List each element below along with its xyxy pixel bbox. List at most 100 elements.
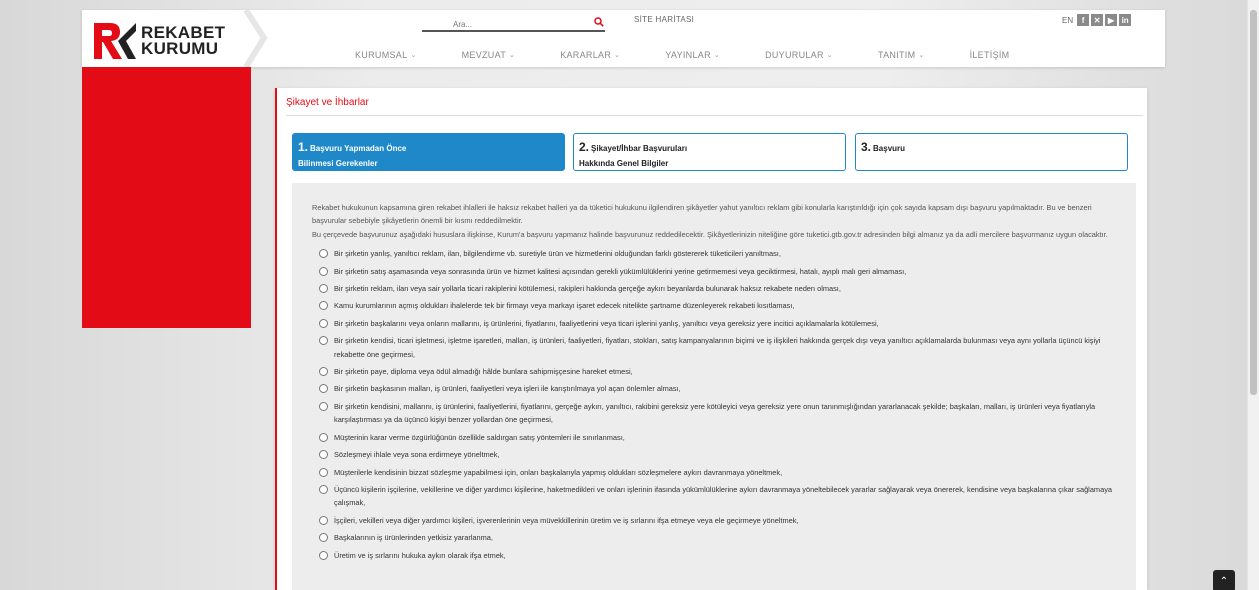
nav-label: YAYINLAR — [665, 50, 711, 60]
radio-button[interactable] — [319, 284, 328, 294]
search-input[interactable] — [422, 16, 572, 33]
nav-item-kurumsal[interactable]: KURUMSAL ⌄ — [355, 50, 417, 60]
list-item[interactable]: Başkalarının iş ürünlerinden yetkisiz ya… — [312, 531, 1116, 544]
list-item-text: Üretim ve iş sırlarını hukuka aykırı ola… — [334, 550, 506, 560]
list-item-text: Müşterinin karar verme özgürlüğünün özel… — [334, 432, 625, 442]
sitemap-link[interactable]: SİTE HARİTASI — [634, 15, 694, 24]
list-item-text: Bir şirketin reklam, ilan veya sair yoll… — [334, 284, 841, 294]
nav-item-mevzuat[interactable]: MEVZUAT ⌄ — [462, 50, 516, 60]
nav-label: DUYURULAR — [765, 50, 824, 60]
list-item-text: Müşterilerle kendisinin bizzat sözleşme … — [334, 467, 783, 477]
step-title: Şikayet/İhbar Başvuruları — [591, 144, 688, 153]
content-card: Şikayet ve İhbarlar 1. Başvuru Yapmadan Ö… — [275, 88, 1147, 590]
search-box[interactable] — [422, 14, 605, 33]
chevron-down-icon: ⌄ — [509, 52, 516, 59]
nav-label: KURUMSAL — [355, 50, 408, 60]
list-item[interactable]: Bir şirketin reklam, ilan veya sair yoll… — [312, 282, 1116, 295]
logo-text: REKABET KURUMU — [141, 24, 225, 57]
list-item-text: Sözleşmeyi ihlale veya sona erdirmeye yö… — [334, 450, 500, 460]
header-chevron-divider — [243, 10, 268, 67]
list-item-text: Bir şirketin yanlış, yanıltıcı reklam, i… — [334, 249, 781, 259]
step-subtitle: Bilinmesi Gerekenler — [298, 159, 378, 168]
list-item-text: Bir şirketin satış aşamasında veya sonra… — [334, 266, 907, 276]
title-divider — [286, 115, 1143, 116]
radio-button[interactable] — [319, 484, 328, 494]
logo-mark-icon — [94, 23, 136, 59]
radio-button[interactable] — [319, 515, 328, 525]
language-switch[interactable]: EN — [1062, 16, 1073, 25]
site-header: REKABET KURUMU SİTE HARİTASI EN f ✕ ▶ in… — [82, 10, 1165, 67]
main-nav: KURUMSAL ⌄ MEVZUAT ⌄ KARARLAR ⌄ YAYINLAR ⌄ D… — [355, 50, 1054, 60]
list-item[interactable]: Bir şirketin başkalarını veya onların ma… — [312, 317, 1116, 330]
list-item[interactable]: Üretim ve iş sırlarını hukuka aykırı ola… — [312, 549, 1116, 562]
chevron-down-icon: ⌄ — [410, 52, 417, 59]
step-2-tab[interactable]: 2. Şikayet/İhbar Başvuruları Hakkında Gen… — [573, 133, 846, 171]
list-item-text: Bir şirketin başkasının malları, iş ürün… — [334, 384, 681, 394]
search-icon[interactable] — [594, 17, 604, 27]
nav-label: İLETİŞİM — [969, 50, 1010, 60]
step-1-tab[interactable]: 1. Başvuru Yapmadan Önce Bilinmesi Gereke… — [292, 133, 565, 171]
list-item[interactable]: Bir şirketin kendisi, ticari işletmesi, … — [312, 334, 1116, 361]
radio-button[interactable] — [319, 467, 328, 477]
list-item-text: İşçileri, vekilleri veya diğer yardımcı … — [334, 515, 799, 525]
nav-label: TANITIM — [877, 50, 916, 60]
chevron-down-icon: ⌄ — [826, 52, 833, 59]
chevron-down-icon: ⌄ — [713, 52, 721, 59]
radio-button[interactable] — [319, 550, 328, 560]
list-item[interactable]: Bir şirketin paye, diploma veya ödül alm… — [312, 365, 1116, 378]
logo[interactable]: REKABET KURUMU — [82, 10, 251, 67]
nav-label: MEVZUAT — [461, 50, 507, 60]
nav-item-tanitim[interactable]: TANITIM ⌄ — [878, 50, 925, 60]
facebook-icon[interactable]: f — [1077, 14, 1090, 26]
info-box: Rekabet hukukunun kapsamına giren rekabe… — [292, 183, 1136, 590]
page-title: Şikayet ve İhbarlar — [286, 97, 369, 108]
radio-button[interactable] — [319, 450, 328, 460]
list-item[interactable]: Bir şirketin yanlış, yanıltıcı reklam, i… — [312, 247, 1116, 260]
radio-button[interactable] — [319, 533, 328, 543]
intro-paragraph-1: Rekabet hukukunun kapsamına giren rekabe… — [312, 203, 1092, 226]
list-item-text: Bir şirketin başkalarını veya onların ma… — [334, 318, 879, 328]
list-item-text: Üçüncü kişilerin işçilerine, vekillerine… — [334, 484, 1113, 508]
x-icon[interactable]: ✕ — [1091, 14, 1104, 26]
list-item-text: Bir şirketin kendisi, ticari işletmesi, … — [334, 336, 1101, 359]
arrow-up-icon: ⌃ — [1219, 575, 1229, 587]
step-number: 2. — [579, 140, 590, 154]
list-item[interactable]: Müşterilerle kendisinin bizzat sözleşme … — [312, 466, 1116, 479]
list-item[interactable]: Kamu kurumlarının açmış oldukları ihalel… — [312, 299, 1116, 312]
list-item[interactable]: Bir şirketin başkasının malları, iş ürün… — [312, 382, 1116, 395]
nav-item-yayinlar[interactable]: YAYINLAR ⌄ — [665, 50, 720, 60]
radio-button[interactable] — [319, 432, 328, 442]
list-item-text: Bir şirketin kendisini, mallarını, iş ür… — [334, 401, 1096, 425]
nav-item-duyurular[interactable]: DUYURULAR ⌄ — [765, 50, 833, 60]
scroll-to-top-button[interactable]: ⌃ — [1213, 570, 1235, 590]
list-item-text: Başkalarının iş ürünlerinden yetkisiz ya… — [334, 533, 493, 543]
radio-button[interactable] — [319, 401, 328, 411]
youtube-icon[interactable]: ▶ — [1105, 14, 1118, 26]
scrollbar-thumb[interactable] — [1250, 10, 1257, 395]
nav-item-kararlar[interactable]: KARARLAR ⌄ — [560, 50, 620, 60]
list-item-text: Kamu kurumlarının açmış oldukları ihalel… — [334, 301, 795, 311]
intro-paragraph-2: Bu çerçevede başvurunuz aşağıdaki hususl… — [312, 229, 1108, 239]
radio-button[interactable] — [319, 367, 328, 377]
step-title: Başvuru Yapmadan Önce — [310, 144, 407, 153]
page-scrollbar[interactable] — [1247, 0, 1259, 590]
radio-button[interactable] — [319, 318, 328, 328]
list-item[interactable]: İşçileri, vekilleri veya diğer yardımcı … — [312, 514, 1116, 527]
list-item[interactable]: Sözleşmeyi ihlale veya sona erdirmeye yö… — [312, 448, 1116, 461]
page-wrapper: REKABET KURUMU SİTE HARİTASI EN f ✕ ▶ in… — [82, 10, 1165, 590]
step-3-tab[interactable]: 3. Başvuru — [855, 133, 1128, 171]
radio-button[interactable] — [319, 301, 328, 311]
list-item[interactable]: Bir şirketin satış aşamasında veya sonra… — [312, 265, 1116, 278]
list-item[interactable]: Müşterinin karar verme özgürlüğünün özel… — [312, 431, 1116, 444]
chevron-down-icon: ⌄ — [614, 52, 621, 59]
list-item-text: Bir şirketin paye, diploma veya ödül alm… — [334, 367, 633, 377]
list-item[interactable]: Bir şirketin kendisini, mallarını, iş ür… — [312, 400, 1116, 427]
radio-button[interactable] — [319, 384, 328, 394]
linkedin-icon[interactable]: in — [1119, 14, 1132, 26]
radio-button[interactable] — [319, 336, 328, 346]
radio-button[interactable] — [319, 266, 328, 276]
step-title: Başvuru — [873, 144, 906, 153]
radio-button[interactable] — [319, 249, 328, 259]
list-item[interactable]: Üçüncü kişilerin işçilerine, vekillerine… — [312, 483, 1116, 510]
nav-item-iletisim[interactable]: İLETİŞİM — [970, 50, 1010, 60]
